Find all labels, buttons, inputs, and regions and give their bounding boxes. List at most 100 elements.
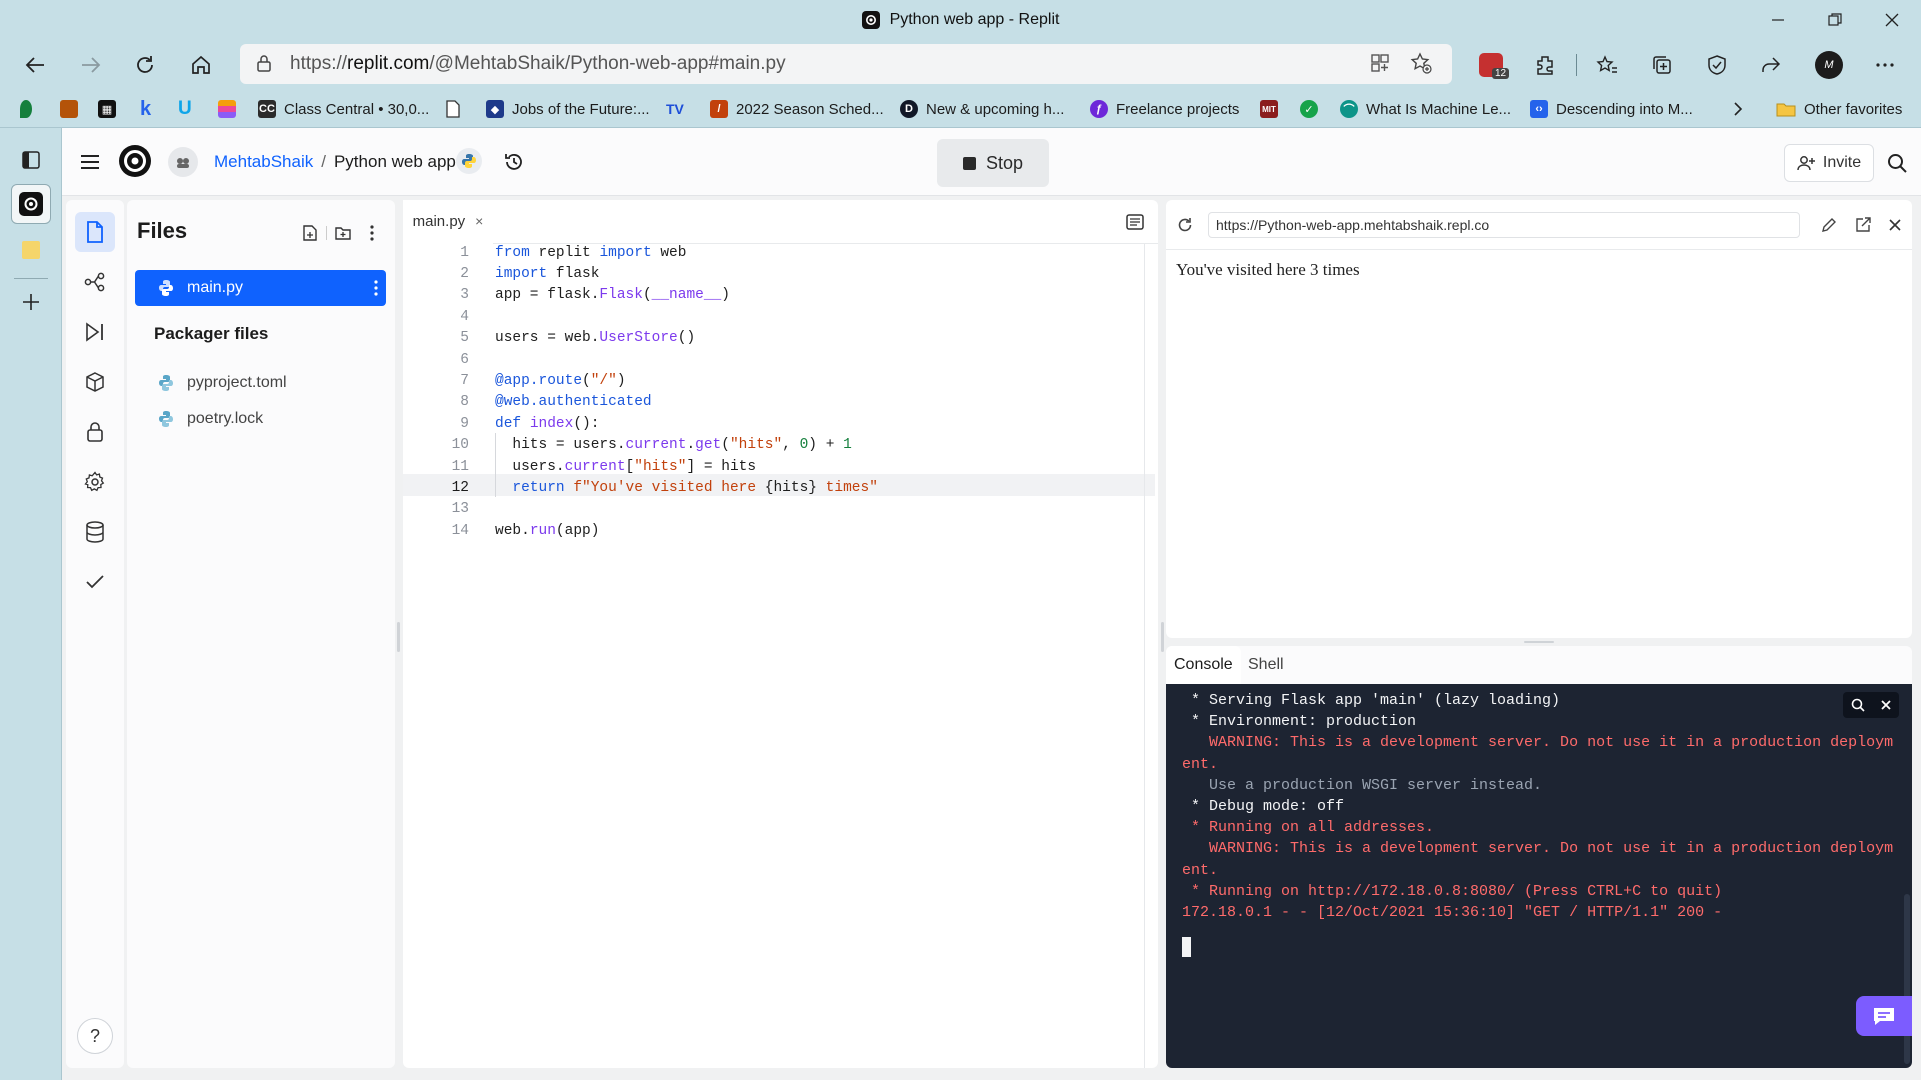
restore-button[interactable] (1807, 0, 1863, 40)
new-file-icon[interactable] (299, 222, 321, 244)
address-bar[interactable]: https://replit.com/@MehtabShaik/Python-w… (240, 44, 1452, 84)
editor-scrollbar-track[interactable] (1144, 244, 1145, 1068)
descending-icon: ‹› (1530, 100, 1548, 118)
console-line: * Serving Flask app 'main' (lazy loading… (1182, 692, 1561, 710)
tab-shell[interactable]: Shell (1240, 646, 1292, 684)
close-window-button[interactable] (1864, 0, 1920, 40)
editor-options-icon[interactable] (1125, 213, 1145, 231)
notes-tab-icon[interactable] (15, 234, 47, 266)
bookmark-grid-icon[interactable]: ▦ (98, 90, 116, 128)
other-favorites-folder[interactable]: Other favorites (1776, 90, 1902, 128)
new-folder-icon[interactable] (332, 222, 354, 244)
bookmark-tracker-icon[interactable] (60, 90, 78, 128)
bookmark-new-upcoming[interactable]: D New & upcoming h... (900, 90, 1064, 128)
unit-tests-check-icon[interactable] (75, 562, 115, 602)
python-file-icon (159, 375, 173, 391)
open-new-tab-icon[interactable] (1852, 214, 1874, 236)
bookmark-class-central[interactable]: CC Class Central • 30,0... (258, 90, 429, 128)
browser-essentials-button[interactable] (1696, 44, 1738, 86)
help-button[interactable]: ? (77, 1018, 113, 1054)
history-icon[interactable] (500, 148, 528, 176)
profile-avatar[interactable]: M (1808, 44, 1850, 86)
bookmark-machine-learning[interactable]: ⌒ What Is Machine Le... (1340, 90, 1511, 128)
files-more-icon[interactable] (364, 222, 380, 244)
user-avatar[interactable] (168, 147, 198, 177)
freelance-icon: ƒ (1090, 100, 1108, 118)
add-favorite-icon[interactable] (1410, 52, 1432, 74)
refresh-button[interactable] (124, 44, 166, 86)
terminal-scrollbar[interactable] (1904, 894, 1910, 1064)
tab-actions-icon[interactable] (15, 144, 47, 176)
back-button[interactable] (14, 44, 56, 86)
bookmark-tv-icon[interactable]: TV (666, 90, 684, 128)
chat-button[interactable] (1856, 996, 1912, 1036)
home-button[interactable] (180, 44, 222, 86)
breadcrumb-user[interactable]: MehtabShaik (214, 152, 313, 172)
jobs-future-icon: ◆ (486, 100, 504, 118)
invite-button[interactable]: Invite (1784, 144, 1874, 182)
packages-icon[interactable] (75, 362, 115, 402)
extension-badge-button[interactable]: 12 (1470, 44, 1512, 86)
breadcrumb-project[interactable]: Python web app (334, 152, 456, 172)
version-control-icon[interactable] (75, 262, 115, 302)
bookmark-mit-icon[interactable]: MIT (1260, 90, 1278, 128)
editor-resize-handle[interactable] (1161, 622, 1164, 652)
minimize-button[interactable] (1750, 0, 1806, 40)
forward-button[interactable] (70, 44, 112, 86)
bookmark-freelance-projects[interactable]: ƒ Freelance projects (1090, 90, 1239, 128)
tab-console[interactable]: Console (1166, 646, 1241, 684)
secrets-lock-icon[interactable] (75, 412, 115, 452)
file-item-poetry-lock[interactable]: poetry.lock (157, 402, 263, 436)
code-line: 10 hits = users.current.get("hits", 0) +… (451, 437, 852, 454)
file-more-icon[interactable] (374, 280, 378, 296)
season-schedule-icon: / (710, 100, 728, 118)
terminal-toolbar (1843, 692, 1899, 718)
file-item-main-py[interactable]: main.py (135, 270, 386, 306)
bookmark-k-icon[interactable]: k (140, 90, 151, 128)
database-icon[interactable] (75, 512, 115, 552)
tool-rail: ? (66, 200, 124, 1068)
close-webview-icon[interactable] (1884, 214, 1906, 236)
bookmark-season-schedule[interactable]: / 2022 Season Sched... (710, 90, 884, 128)
share-button[interactable] (1750, 44, 1792, 86)
webview-url-field[interactable]: https://Python-web-app.mehtabshaik.repl.… (1208, 212, 1800, 238)
app-available-icon[interactable] (1370, 53, 1390, 73)
bookmark-stripes-icon[interactable] (218, 90, 236, 128)
more-menu-button[interactable] (1864, 44, 1906, 86)
new-tab-icon[interactable] (15, 286, 47, 318)
settings-gear-icon[interactable] (75, 462, 115, 502)
bookmark-descending[interactable]: ‹› Descending into M... (1530, 90, 1693, 128)
pane-resize-handle[interactable] (1524, 641, 1554, 643)
terminal-clear-icon[interactable] (1880, 699, 1892, 711)
bookmark-doc-icon[interactable] (445, 90, 461, 128)
webview-refresh-icon[interactable] (1174, 214, 1196, 236)
edit-url-icon[interactable] (1818, 214, 1840, 236)
chat-bubble-icon (1874, 1008, 1894, 1025)
bookmarks-overflow-button[interactable] (1732, 90, 1744, 128)
favorites-button[interactable] (1586, 44, 1628, 86)
python-language-icon[interactable] (456, 148, 482, 174)
collections-button[interactable] (1641, 44, 1683, 86)
terminal-output[interactable]: * Serving Flask app 'main' (lazy loading… (1166, 684, 1912, 1068)
files-title: Files (137, 218, 188, 243)
bookmark-jobs-future[interactable]: ◆ Jobs of the Future:... (486, 90, 650, 128)
bookmark-drop-icon[interactable] (20, 90, 32, 128)
files-tool-icon[interactable] (75, 212, 115, 252)
hamburger-menu-icon[interactable] (76, 148, 104, 176)
search-icon[interactable] (1882, 148, 1912, 178)
file-item-pyproject[interactable]: pyproject.toml (157, 366, 287, 400)
bookmark-shield-icon[interactable]: ✓ (1300, 90, 1318, 128)
debugger-icon[interactable] (75, 312, 115, 352)
replit-logo-icon[interactable] (116, 142, 154, 180)
terminal-search-icon[interactable] (1851, 698, 1865, 712)
replit-tab-icon[interactable] (11, 184, 51, 224)
extension-badge-count: 12 (1492, 68, 1510, 79)
extensions-button[interactable] (1524, 44, 1566, 86)
stop-button[interactable]: Stop (937, 139, 1049, 187)
close-tab-icon[interactable]: × (475, 213, 483, 229)
breadcrumb: MehtabShaik / Python web app (214, 148, 456, 176)
tab-main-py[interactable]: main.py × (403, 200, 493, 244)
console-line: WARNING: This is a development server. D… (1182, 840, 1894, 858)
files-panel-resize-handle[interactable] (397, 622, 400, 652)
bookmark-u-icon[interactable]: U (178, 90, 192, 128)
